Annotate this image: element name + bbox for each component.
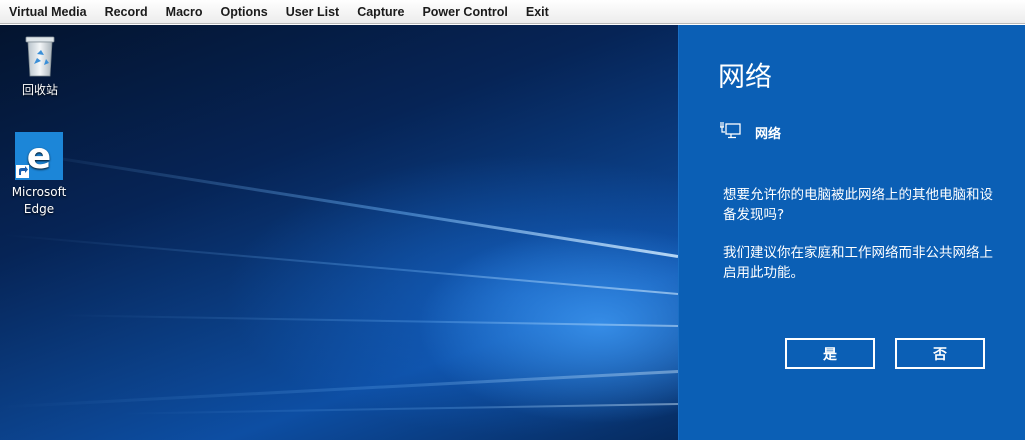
network-monitor-icon	[719, 121, 741, 143]
menu-capture[interactable]: Capture	[350, 5, 411, 19]
menu-user-list[interactable]: User List	[279, 5, 347, 19]
menu-options[interactable]: Options	[213, 5, 274, 19]
network-row: 网络	[719, 121, 781, 143]
desktop-icon-label: 回收站	[21, 83, 58, 97]
menu-macro[interactable]: Macro	[159, 5, 210, 19]
desktop-icon-label: Microsoft Edge	[11, 185, 67, 216]
wallpaper-light-beam	[0, 370, 678, 409]
menu-power-control[interactable]: Power Control	[415, 5, 514, 19]
desktop-icon-edge[interactable]: e Microsoft Edge	[7, 132, 71, 218]
yes-button[interactable]: 是	[785, 338, 875, 369]
menu-exit[interactable]: Exit	[519, 5, 556, 19]
recycle-bin-icon	[20, 34, 60, 78]
wallpaper-light-beam	[120, 403, 678, 415]
desktop: 回收站 e Microsoft Edge	[0, 25, 678, 440]
discovery-question: 想要允许你的电脑被此网络上的其他电脑和设备发现吗?	[723, 187, 993, 223]
no-button[interactable]: 否	[895, 338, 985, 369]
network-discovery-panel: 网络 网络 想要允许你的电脑被此网络上的其他电脑和设备发现吗? 我们建议你在家庭…	[678, 25, 1025, 440]
menu-virtual-media[interactable]: Virtual Media	[2, 5, 94, 19]
wallpaper-light-beam	[8, 148, 678, 258]
discovery-recommendation: 我们建议你在家庭和工作网络而非公共网络上启用此功能。	[723, 245, 993, 281]
svg-text:e: e	[27, 136, 51, 177]
panel-title: 网络	[718, 62, 772, 93]
wallpaper-light-beam	[2, 233, 678, 295]
menu-bar: Virtual Media Record Macro Options User …	[0, 0, 1025, 24]
menu-record[interactable]: Record	[98, 5, 155, 19]
network-name: 网络	[755, 126, 782, 142]
desktop-icon-recycle-bin[interactable]: 回收站	[8, 34, 72, 99]
edge-icon: e	[15, 132, 63, 180]
wallpaper-light-beam	[60, 314, 678, 327]
